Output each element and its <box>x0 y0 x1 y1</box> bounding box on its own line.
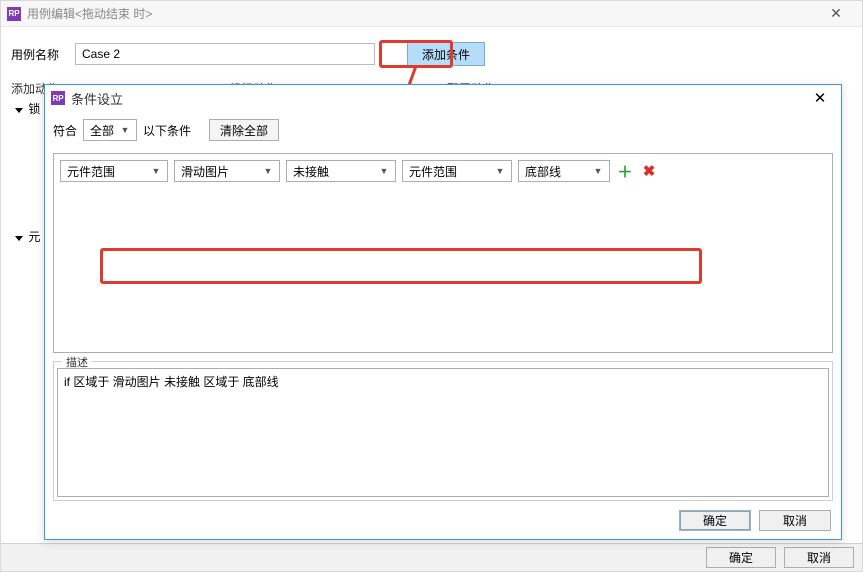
dialog-cancel-button[interactable]: 取消 <box>759 510 831 531</box>
section-header-2: 元 <box>15 228 40 245</box>
dialog-titlebar: RP 条件设立 ✕ <box>45 85 841 111</box>
cond-field-4-dropdown[interactable]: 元件范围 ▼ <box>402 160 512 182</box>
x-icon: ✖ <box>643 162 656 180</box>
delete-condition-row-button[interactable]: ✖ <box>640 162 658 180</box>
condition-row: 元件范围 ▼ 滑动图片 ▼ 未接触 ▼ 元件范围 ▼ <box>60 160 826 182</box>
chevron-down-icon: ▼ <box>261 164 275 178</box>
add-condition-row-button[interactable]: ＋ <box>616 162 634 180</box>
match-label-suffix: 以下条件 <box>143 122 191 139</box>
match-type-dropdown[interactable]: 全部 ▼ <box>83 119 137 141</box>
plus-icon: ＋ <box>617 161 632 182</box>
cond-field-5-value: 底部线 <box>525 163 561 180</box>
add-condition-button[interactable]: 添加条件 <box>407 42 485 66</box>
cond-field-5-dropdown[interactable]: 底部线 ▼ <box>518 160 610 182</box>
match-type-value: 全部 <box>90 122 114 139</box>
conditions-area: 元件范围 ▼ 滑动图片 ▼ 未接触 ▼ 元件范围 ▼ <box>53 153 833 353</box>
chevron-down-icon: ▼ <box>149 164 163 178</box>
cond-field-1-value: 元件范围 <box>67 163 115 180</box>
match-label-prefix: 符合 <box>53 122 77 139</box>
clear-all-button[interactable]: 清除全部 <box>209 119 279 141</box>
cond-field-4-value: 元件范围 <box>409 163 457 180</box>
condition-dialog: RP 条件设立 ✕ 符合 全部 ▼ 以下条件 清除全部 元件范围 ▼ <box>44 84 842 540</box>
case-name-input[interactable] <box>75 43 375 65</box>
chevron-down-icon: ▼ <box>591 164 605 178</box>
case-name-row: 用例名称 添加条件 <box>11 38 852 70</box>
dialog-body: 符合 全部 ▼ 以下条件 清除全部 元件范围 ▼ 滑动图片 ▼ <box>53 115 833 505</box>
rp-app-icon: RP <box>51 91 65 105</box>
chevron-down-icon: ▼ <box>118 123 132 137</box>
dialog-title: 条件设立 <box>71 89 123 108</box>
case-name-label: 用例名称 <box>11 46 67 63</box>
close-icon: ✕ <box>830 5 842 22</box>
cond-field-2-dropdown[interactable]: 滑动图片 ▼ <box>174 160 280 182</box>
window-title: 用例编辑<拖动结束 时> <box>27 5 152 22</box>
description-textarea[interactable] <box>57 368 829 497</box>
outer-ok-button[interactable]: 确定 <box>706 547 776 568</box>
description-group: 描述 <box>53 361 833 505</box>
outer-cancel-button[interactable]: 取消 <box>784 547 854 568</box>
outer-footer: 确定 取消 <box>1 543 862 571</box>
dialog-close-button[interactable]: ✕ <box>805 87 835 109</box>
cond-field-1-dropdown[interactable]: 元件范围 ▼ <box>60 160 168 182</box>
dialog-ok-button[interactable]: 确定 <box>679 510 751 531</box>
chevron-down-icon: ▼ <box>377 164 391 178</box>
description-fieldset: 描述 <box>53 361 833 501</box>
chevron-down-icon: ▼ <box>493 164 507 178</box>
cond-field-3-value: 未接触 <box>293 163 329 180</box>
cond-field-3-dropdown[interactable]: 未接触 ▼ <box>286 160 396 182</box>
rp-app-icon: RP <box>7 7 21 21</box>
match-row: 符合 全部 ▼ 以下条件 清除全部 <box>53 115 833 145</box>
close-icon: ✕ <box>814 89 827 107</box>
section-header-1: 锁 <box>15 100 40 117</box>
titlebar: RP 用例编辑<拖动结束 时> ✕ <box>1 1 862 27</box>
window-close-button[interactable]: ✕ <box>816 2 856 26</box>
dialog-footer: 确定 取消 <box>679 510 831 531</box>
cond-field-2-value: 滑动图片 <box>181 163 229 180</box>
